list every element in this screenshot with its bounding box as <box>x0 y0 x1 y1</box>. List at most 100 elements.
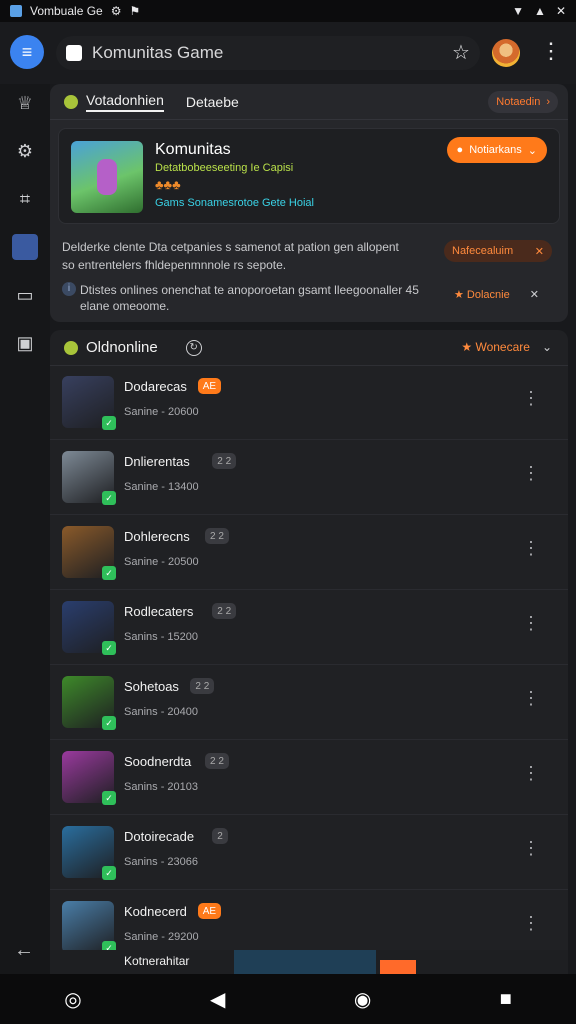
info-notice: i Dtistes onlines onenchat te anoporoeta… <box>62 282 442 314</box>
peek-row-name: Kotnerahitar <box>124 954 190 968</box>
game-stat: Sanine - 29200 <box>124 931 199 943</box>
reaction-icons: ♣♣♣ <box>155 177 181 192</box>
hero-action-button[interactable]: ● Notiarkans ⌄ <box>446 137 547 163</box>
more-options-icon[interactable]: ⋮ <box>522 913 540 934</box>
notification-chip-label: Notaedin <box>496 96 541 108</box>
online-badge-icon: ✓ <box>102 416 116 430</box>
game-row[interactable]: ✓ Dodarecas AE Sanine - 20600 ⋮ <box>50 366 568 440</box>
more-options-icon[interactable]: ⋮ <box>522 463 540 484</box>
menu-button[interactable]: ≡ <box>10 35 44 69</box>
game-name: Dohlerecns <box>124 529 190 544</box>
game-row[interactable]: ✓ Rodlecaters 2 2 Sanins - 15200 ⋮ <box>50 591 568 665</box>
google-icon[interactable]: ◎ <box>64 987 81 1012</box>
peek-row: Kotnerahitar <box>50 950 568 974</box>
info-chip-label: ★ Dolacnie <box>454 289 510 301</box>
game-stat: Sanins - 23066 <box>124 856 198 868</box>
back-arrow-icon[interactable]: ← <box>14 939 34 962</box>
game-tag: AE <box>197 378 222 394</box>
more-options-icon[interactable]: ⋮ <box>522 388 540 409</box>
more-options-icon[interactable]: ⋮ <box>540 38 562 64</box>
community-card: Votadonhien Detaebe Notaedin › Komunitas… <box>50 84 568 322</box>
avatar[interactable] <box>492 39 520 67</box>
online-badge-icon: ✓ <box>102 791 116 805</box>
game-stat: Sanine - 20600 <box>124 406 199 418</box>
status-bar: Vombuale Ge ⚙ ⚑ ▼ ▲ ✕ <box>0 0 576 22</box>
game-tag: 2 2 <box>212 603 237 619</box>
star-icon[interactable]: ☆ <box>452 40 470 65</box>
game-stat: Sanins - 20400 <box>124 706 198 718</box>
peek-badge <box>380 960 416 974</box>
info-chip[interactable]: ★ Dolacnie ✕ <box>454 288 539 301</box>
game-tag: 2 2 <box>205 528 229 544</box>
favicon-icon <box>66 45 82 61</box>
wifi-icon: ▼ <box>512 4 525 18</box>
game-row[interactable]: ✓ Dnlierentas 2 2 Sanine - 13400 ⋮ <box>50 441 568 515</box>
title-bar[interactable]: Komunitas Game <box>56 36 480 70</box>
page-title: Komunitas Game <box>92 43 224 62</box>
online-badge-icon: ✓ <box>102 491 116 505</box>
notice-chip-label: Nafecealuim <box>452 245 514 257</box>
game-stat: Sanine - 20500 <box>124 556 199 568</box>
app-icon <box>10 5 22 17</box>
game-row[interactable]: ✓ Sohetoas 2 2 Sanins - 20400 ⋮ <box>50 666 568 740</box>
hero-game-card[interactable]: Komunitas Detatbobeeseeting Ie Capisi ♣♣… <box>58 128 560 224</box>
info-notice-text: Dtistes onlines onenchat te anoporoetan … <box>80 283 419 313</box>
side-rail: ♕ ⚙ ⌗ ▭ ▣ ← <box>0 84 50 974</box>
close-icon[interactable]: ✕ <box>530 288 539 301</box>
refresh-icon[interactable]: ↻ <box>185 339 202 356</box>
game-name: Rodlecaters <box>124 604 194 619</box>
online-badge-icon: ✓ <box>102 716 116 730</box>
notice-chip[interactable]: Nafecealuim ✕ <box>444 240 552 262</box>
hero-image <box>71 141 143 213</box>
controller-icon[interactable]: ⌗ <box>12 186 38 212</box>
back-icon[interactable]: ◀ <box>210 987 225 1012</box>
close-icon[interactable]: ✕ <box>535 245 544 258</box>
tab-first[interactable]: Votadonhien <box>86 92 164 112</box>
game-tag: 2 2 <box>212 453 237 469</box>
chevron-right-icon: › <box>546 96 550 108</box>
game-name: Dnlierentas <box>124 454 190 469</box>
game-tag: 2 <box>212 828 228 844</box>
store-icon[interactable]: ▣ <box>12 330 38 356</box>
more-options-icon[interactable]: ⋮ <box>522 838 540 859</box>
hero-action-label: Notiarkans <box>469 144 522 156</box>
online-filter[interactable]: ★ Wonecare ⌄ <box>461 340 552 354</box>
home-icon[interactable]: ◉ <box>354 987 371 1012</box>
gear-icon[interactable]: ⚙ <box>12 138 38 164</box>
game-tag: 2 2 <box>205 753 229 769</box>
chat-icon: ● <box>456 144 464 156</box>
online-badge-icon: ✓ <box>102 866 116 880</box>
more-options-icon[interactable]: ⋮ <box>522 538 540 559</box>
tab-second[interactable]: Detaebe <box>186 94 239 110</box>
hero-subtitle: Detatbobeeseeting Ie Capisi <box>155 162 294 174</box>
main-content: Votadonhien Detaebe Notaedin › Komunitas… <box>50 84 576 974</box>
online-badge-icon: ✓ <box>102 566 116 580</box>
more-options-icon[interactable]: ⋮ <box>522 688 540 709</box>
online-dot-icon <box>64 340 78 355</box>
more-options-icon[interactable]: ⋮ <box>522 763 540 784</box>
more-options-icon[interactable]: ⋮ <box>522 613 540 634</box>
game-name: Soodnerdta <box>124 754 192 769</box>
online-label: Oldnonline <box>86 339 158 356</box>
hero-link[interactable]: Gams Sonamesrotoe Gete Hoial <box>155 197 314 209</box>
game-row[interactable]: ✓ Dohlerecns 2 2 Sanine - 20500 ⋮ <box>50 516 568 590</box>
game-name: Dodarecas <box>124 379 187 394</box>
notification-chip[interactable]: Notaedin › <box>488 91 558 113</box>
game-row[interactable]: ✓ Soodnerdta 2 2 Sanins - 20103 ⋮ <box>50 741 568 815</box>
game-avatar-icon[interactable] <box>12 234 38 260</box>
status-title: Vombuale Ge <box>30 4 103 18</box>
battery-icon: ✕ <box>555 4 566 18</box>
game-row[interactable]: ✓ Dotoirecade 2 Sanins - 23066 ⋮ <box>50 816 568 890</box>
game-tag: 2 2 <box>190 678 215 694</box>
chevron-down-icon: ⌄ <box>541 340 552 354</box>
game-stat: Sanine - 13400 <box>124 481 199 493</box>
app-top-bar: ≡ Komunitas Game ☆ ⋮ <box>0 22 576 84</box>
peek-banner <box>234 950 376 974</box>
video-icon[interactable]: ▭ <box>12 282 38 308</box>
recents-icon[interactable]: ■ <box>500 988 512 1011</box>
nav-bar: ◎ ◀ ◉ ■ <box>0 974 576 1024</box>
trophy-icon[interactable]: ♕ <box>12 90 38 116</box>
online-filter-label: ★ Wonecare <box>461 340 530 354</box>
settings-icon: ⚙ <box>110 4 122 18</box>
online-dot-icon <box>64 94 78 109</box>
